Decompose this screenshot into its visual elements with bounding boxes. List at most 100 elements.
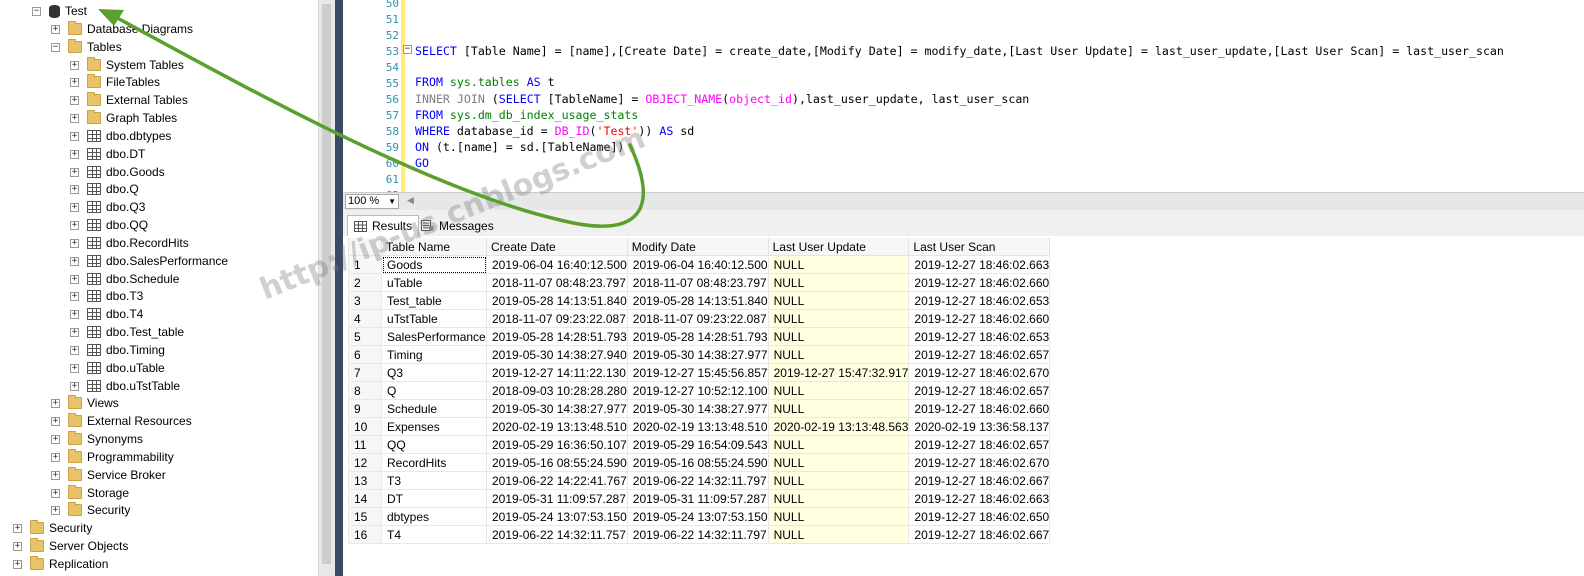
tree-item[interactable]: + dbo.SalesPerformance (70, 252, 228, 270)
row-number[interactable]: 15 (348, 507, 382, 526)
row-number[interactable]: 7 (348, 363, 382, 382)
tree-item[interactable]: + Views (51, 394, 119, 412)
table-row[interactable]: 15 dbtypes 2019-05-24 13:07:53.150 2019-05-… (348, 507, 1051, 526)
table-cell[interactable]: 2020-02-19 13:36:58.137 (908, 417, 1051, 436)
grid-corner[interactable] (348, 238, 382, 256)
tree-item[interactable]: + Programmability (51, 448, 174, 466)
expand-icon[interactable]: + (70, 327, 79, 337)
table-cell[interactable]: 2019-05-29 16:36:50.107 (486, 435, 628, 454)
table-row[interactable]: 3 Test_table 2019-05-28 14:13:51.840 2019-0… (348, 291, 1051, 310)
expand-icon[interactable]: + (70, 95, 79, 105)
table-cell[interactable]: Schedule (381, 399, 487, 418)
tree-item[interactable]: + Replication (13, 555, 108, 573)
table-cell[interactable]: 2019-06-22 14:22:41.767 (486, 471, 628, 490)
code-line-60[interactable]: GO (415, 156, 429, 170)
expand-icon[interactable]: + (70, 220, 79, 230)
tree-item[interactable]: + Server Objects (13, 537, 128, 555)
table-cell[interactable]: Q (381, 381, 487, 400)
code-line-56[interactable]: INNER JOIN (SELECT [TableName] = OBJECT_… (415, 92, 1029, 106)
column-header[interactable]: Last User Scan (908, 238, 1051, 256)
table-cell[interactable]: NULL (767, 273, 910, 292)
table-cell[interactable]: 2019-05-28 14:13:51.840 (486, 291, 628, 310)
table-cell[interactable]: NULL (767, 525, 910, 544)
expand-icon[interactable]: + (70, 256, 79, 266)
expand-icon[interactable]: + (51, 434, 60, 444)
table-row[interactable]: 13 T3 2019-06-22 14:22:41.767 2019-06-22 14… (348, 471, 1051, 490)
tree-item[interactable]: + dbo.RecordHits (70, 234, 189, 252)
expand-icon[interactable]: + (70, 238, 79, 248)
table-cell[interactable]: 2019-05-16 08:55:24.590 (626, 453, 769, 472)
tree-item[interactable]: + dbo.Q (70, 180, 139, 198)
table-cell[interactable]: Timing (381, 345, 487, 364)
row-number[interactable]: 8 (348, 381, 382, 400)
table-row[interactable]: 5 SalesPerformance 2019-05-28 14:28:51.793… (348, 327, 1051, 346)
collapse-icon[interactable]: − (32, 6, 41, 16)
table-cell[interactable]: 2019-05-24 13:07:53.150 (626, 507, 769, 526)
table-cell[interactable]: Goods (381, 255, 487, 274)
tree-item[interactable]: + External Resources (51, 412, 192, 430)
column-header[interactable]: Modify Date (626, 238, 769, 256)
table-row[interactable]: 9 Schedule 2019-05-30 14:38:27.977 2019-05-… (348, 399, 1051, 418)
expand-icon[interactable]: + (51, 488, 60, 498)
row-number[interactable]: 11 (348, 435, 382, 454)
row-number[interactable]: 5 (348, 327, 382, 346)
table-cell[interactable]: 2019-12-27 18:46:02.670 (908, 453, 1051, 472)
table-cell[interactable]: 2018-09-03 10:28:28.280 (486, 381, 628, 400)
column-header[interactable]: Create Date (486, 238, 628, 256)
table-cell[interactable]: NULL (767, 381, 910, 400)
tree-item[interactable]: + dbo.QQ (70, 216, 148, 234)
table-cell[interactable]: 2019-06-22 14:32:11.797 (626, 471, 769, 490)
tab-messages[interactable]: Messages (415, 215, 500, 236)
table-row[interactable]: 4 uTstTable 2018-11-07 09:23:22.087 2018-11… (348, 309, 1051, 328)
code-line-53[interactable]: SELECT [Table Name] = [name],[Create Dat… (415, 44, 1504, 58)
table-cell[interactable]: NULL (767, 309, 910, 328)
table-row[interactable]: 12 RecordHits 2019-05-16 08:55:24.590 2019-… (348, 453, 1051, 472)
table-cell[interactable]: 2019-12-27 18:46:02.663 (908, 255, 1051, 274)
table-cell[interactable]: NULL (767, 471, 910, 490)
code-line-55[interactable]: FROM sys.tables AS t (415, 75, 555, 89)
table-cell[interactable]: 2019-06-22 14:32:11.757 (486, 525, 628, 544)
table-cell[interactable]: SalesPerformance (381, 327, 487, 346)
scroll-left-icon[interactable]: ◀ (407, 195, 414, 206)
column-header[interactable]: Last User Update (767, 238, 910, 256)
table-cell[interactable]: 2019-05-24 13:07:53.150 (486, 507, 628, 526)
expand-icon[interactable]: + (70, 363, 79, 373)
expand-icon[interactable]: + (51, 470, 60, 480)
expand-icon[interactable]: + (70, 167, 79, 177)
expand-icon[interactable]: + (70, 77, 79, 87)
table-cell[interactable]: QQ (381, 435, 487, 454)
table-cell[interactable]: 2019-05-28 14:28:51.793 (626, 327, 769, 346)
table-cell[interactable]: 2019-12-27 15:47:32.917 (767, 363, 910, 382)
table-cell[interactable]: 2019-12-27 18:46:02.667 (908, 471, 1051, 490)
table-cell[interactable]: NULL (767, 435, 910, 454)
row-number[interactable]: 12 (348, 453, 382, 472)
tree-item[interactable]: + dbo.T3 (70, 287, 143, 305)
expand-icon[interactable]: + (13, 523, 22, 533)
expand-icon[interactable]: + (13, 559, 22, 569)
tree-item[interactable]: + dbo.Q3 (70, 198, 145, 216)
results-table[interactable]: Table Name Create Date Modify Date Last Use… (348, 238, 1051, 544)
table-cell[interactable]: NULL (767, 507, 910, 526)
table-cell[interactable]: 2020-02-19 13:13:48.510 (626, 417, 769, 436)
table-cell[interactable]: DT (381, 489, 487, 508)
tree-item[interactable]: + External Tables (70, 91, 188, 109)
table-cell[interactable]: 2018-11-07 09:23:22.087 (626, 309, 769, 328)
row-number[interactable]: 13 (348, 471, 382, 490)
table-cell[interactable]: NULL (767, 255, 910, 274)
pane-splitter[interactable] (335, 0, 343, 576)
row-number[interactable]: 1 (348, 255, 382, 274)
table-cell[interactable]: 2019-05-31 11:09:57.287 (486, 489, 628, 508)
table-cell[interactable]: Q3 (381, 363, 487, 382)
collapse-toggle[interactable]: − (403, 45, 412, 54)
tree-item[interactable]: + dbo.Test_table (70, 323, 184, 341)
table-row[interactable]: 10 Expenses 2020-02-19 13:13:48.510 2020-02… (348, 417, 1051, 436)
table-cell[interactable]: T4 (381, 525, 487, 544)
tree-item[interactable]: + dbo.dbtypes (70, 127, 171, 145)
tree-item[interactable]: − Test (32, 2, 87, 20)
expand-icon[interactable]: + (70, 202, 79, 212)
row-number[interactable]: 4 (348, 309, 382, 328)
collapse-icon[interactable]: − (51, 42, 60, 52)
expand-icon[interactable]: + (70, 381, 79, 391)
tree-item[interactable]: + dbo.uTstTable (70, 377, 180, 395)
table-cell[interactable]: 2019-12-27 18:46:02.657 (908, 345, 1051, 364)
